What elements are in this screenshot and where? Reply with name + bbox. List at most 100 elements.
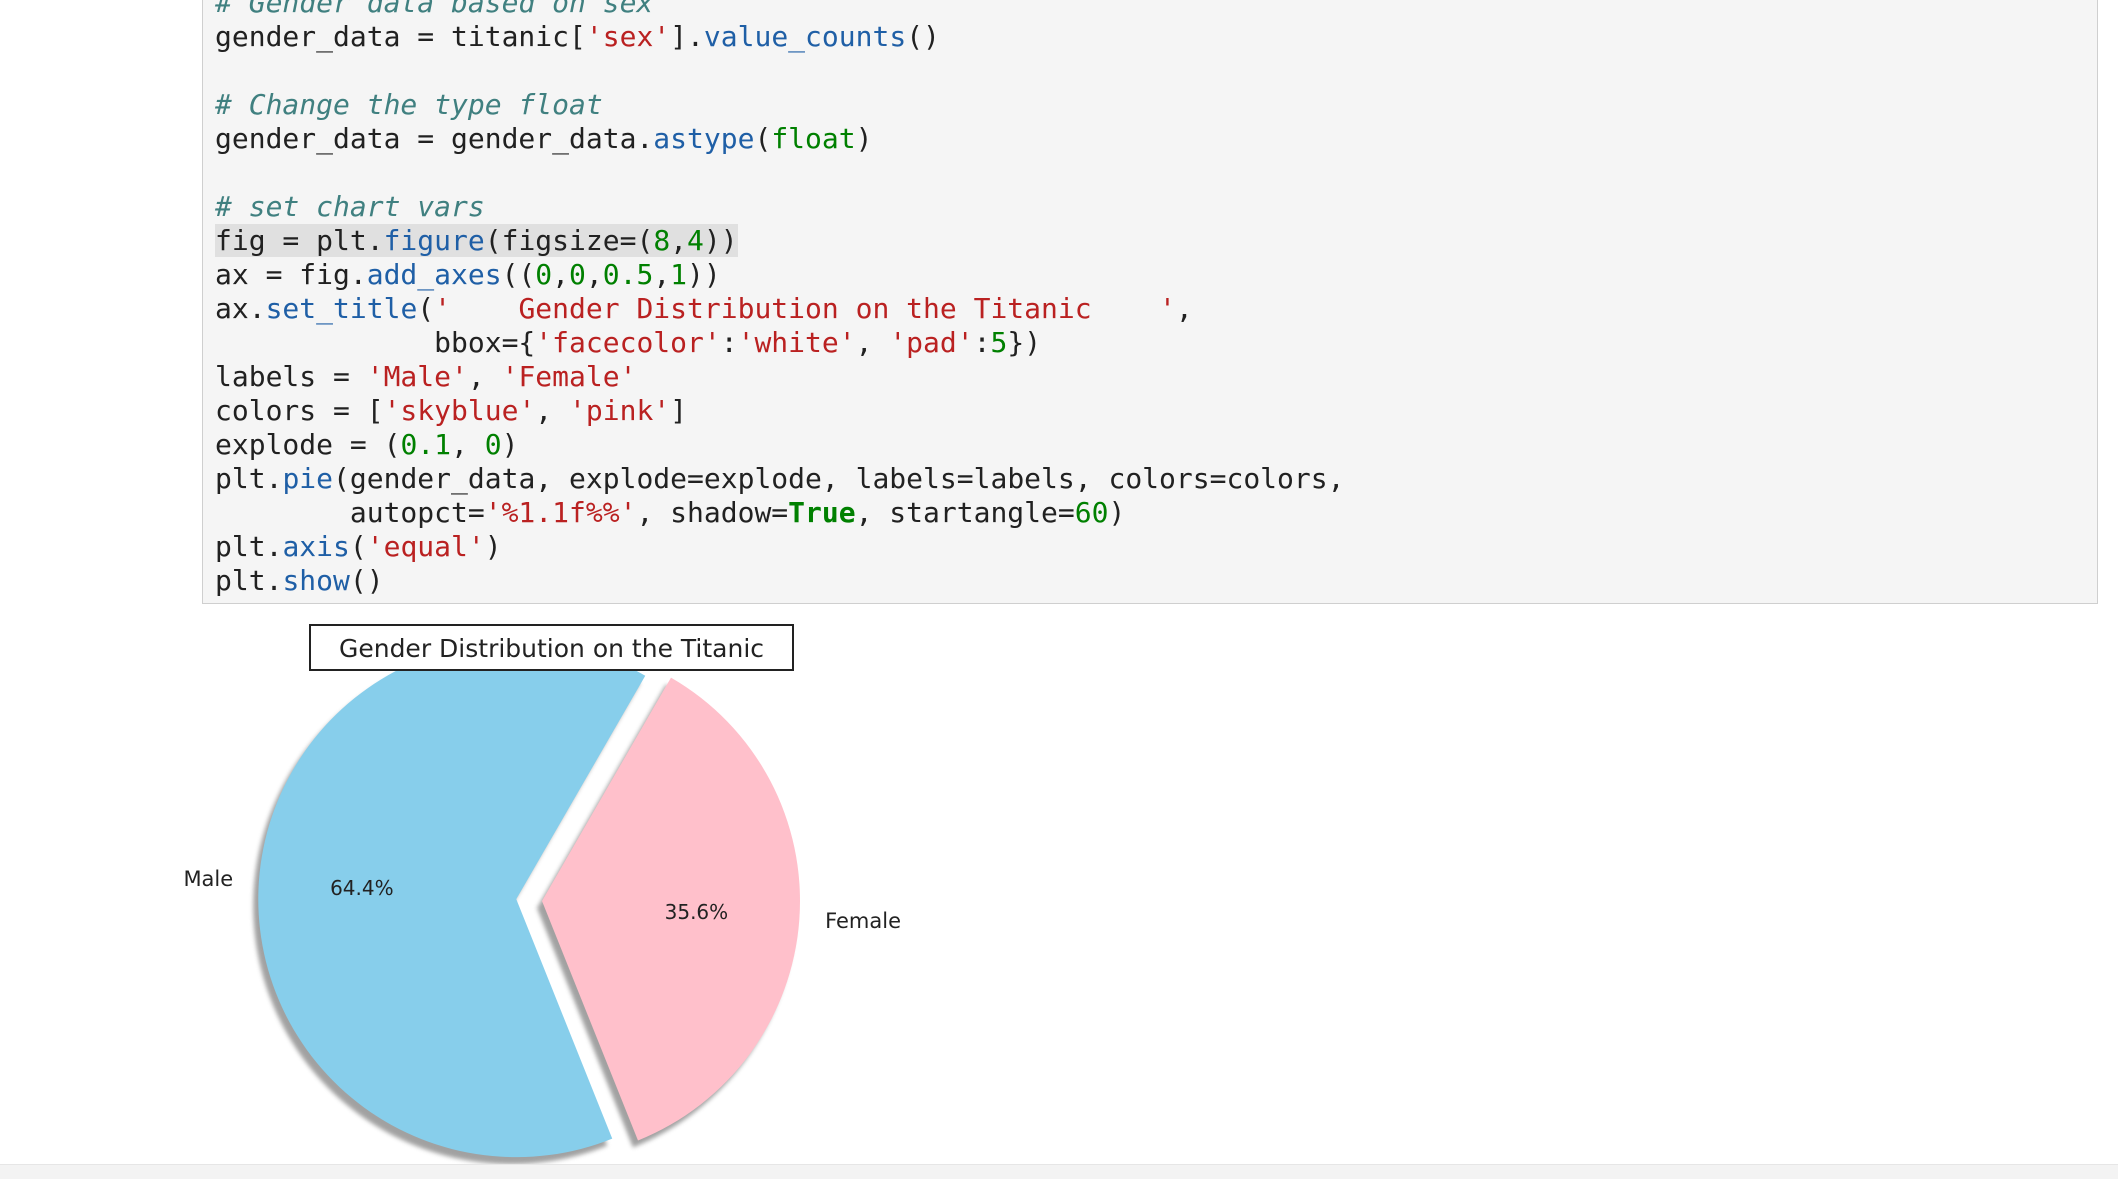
code-token: 'white' (737, 326, 856, 359)
code-token: , (467, 360, 502, 393)
code-line: labels = 'Male', 'Female' (215, 360, 636, 394)
code-token: : (720, 326, 738, 359)
code-token: )) (703, 224, 738, 257)
code-token: ' Gender Distribution on the Titanic ' (434, 292, 1176, 325)
code-token: ]. (670, 20, 704, 53)
pie-value-label: 35.6% (665, 900, 729, 924)
code-token: figure (383, 224, 485, 257)
code-line: # Change the type float (215, 88, 603, 122)
pie-chart: Gender Distribution on the Titanic Male 6… (183, 624, 901, 1165)
code-token: 0.5 (602, 258, 654, 291)
code-token: ( (349, 530, 367, 563)
code-token: () (906, 20, 940, 53)
code-line: ax.set_title(' Gender Distribution on th… (215, 292, 1193, 326)
code-line: fig = plt.figure(figsize=(8,4)) (215, 224, 738, 258)
code-line: autopct='%1.1f%%', shadow=True, startang… (215, 496, 1125, 530)
code-token: )) (687, 258, 721, 291)
code-line: # set chart vars (215, 190, 485, 224)
notebook-bottom-bar (0, 1164, 2118, 1179)
code-token: 'pad' (889, 326, 974, 359)
code-token: ) (484, 530, 502, 563)
code-token: (gender_data, explode=explode, labels=la… (333, 462, 1345, 495)
code-token: , shadow= (636, 496, 789, 529)
code-token: show (282, 564, 350, 597)
cell-output: Gender Distribution on the Titanic Male 6… (183, 612, 1202, 1178)
code-token: }) (1007, 326, 1042, 359)
code-token: 60 (1074, 496, 1109, 529)
code-token: 0 (535, 258, 553, 291)
code-token: axis (282, 530, 350, 563)
code-token: , (1175, 292, 1193, 325)
code-token: 8 (653, 224, 671, 257)
code-token: 0 (569, 258, 586, 291)
code-token: ax. (215, 292, 266, 325)
code-token: ) (1108, 496, 1126, 529)
code-line: colors = ['skyblue', 'pink'] (215, 394, 687, 428)
code-token: ] (670, 394, 688, 427)
pie-label-female: Female (825, 909, 901, 933)
code-line: explode = (0.1, 0) (215, 428, 518, 462)
code-token: 'equal' (366, 530, 485, 563)
code-token: colors = [ (215, 394, 384, 427)
code-token: plt. (215, 564, 283, 597)
code-line: plt.axis('equal') (215, 530, 502, 564)
code-token: 'skyblue' (383, 394, 536, 427)
code-token: 'pink' (569, 394, 671, 427)
code-line: ax = fig.add_axes((0,0,0.5,1)) (215, 258, 721, 292)
code-token: value_counts (703, 20, 907, 53)
code-line: # Gender data based on sex (215, 0, 653, 20)
code-token: ( (417, 292, 435, 325)
code-token: astype (653, 122, 755, 155)
code-token: 5 (990, 326, 1008, 359)
code-token: # Change the type float (215, 88, 603, 121)
code-token: # Gender data based on sex (215, 0, 654, 19)
code-token: add_axes (366, 258, 502, 291)
code-token: # set chart vars (215, 190, 485, 223)
code-line: gender_data = titanic['sex'].value_count… (215, 20, 940, 54)
code-token: explode = ( (215, 428, 401, 461)
code-token: float (771, 122, 856, 155)
code-token: gender_data = gender_data. (215, 122, 654, 155)
code-token: , (451, 428, 485, 461)
code-token: , (535, 394, 570, 427)
code-token: True (788, 496, 856, 529)
code-token: , (585, 258, 603, 291)
code-token: autopct= (215, 496, 485, 529)
code-token: fig = plt. (215, 224, 384, 257)
code-token: pie (282, 462, 334, 495)
code-line: gender_data = gender_data.astype(float) (215, 122, 872, 156)
code-token: 0 (484, 428, 502, 461)
code-token: , (653, 258, 671, 291)
code-token: 'Female' (501, 360, 637, 393)
chart-title: Gender Distribution on the Titanic (339, 634, 764, 663)
code-token: (figsize=( (484, 224, 654, 257)
code-line: bbox={'facecolor':'white', 'pad':5}) (215, 326, 1041, 360)
code-token: '%1.1f%%' (484, 496, 637, 529)
code-token: ) (501, 428, 519, 461)
code-token: bbox={ (215, 326, 536, 359)
code-token: , startangle= (855, 496, 1075, 529)
code-token: gender_data = titanic[ (215, 20, 586, 53)
code-token: ax = fig. (215, 258, 367, 291)
code-token: () (349, 564, 384, 597)
code-token: 4 (687, 224, 704, 257)
code-token: 'Male' (366, 360, 468, 393)
code-token: labels = (215, 360, 367, 393)
pie-value-label: 64.4% (330, 876, 394, 900)
code-token: (( (501, 258, 536, 291)
code-token: plt. (215, 530, 283, 563)
code-token: set_title (265, 292, 418, 325)
code-token: , (670, 224, 688, 257)
code-token: ( (754, 122, 772, 155)
code-line: plt.show() (215, 564, 384, 598)
code-token: , (552, 258, 570, 291)
code-token: 'sex' (585, 20, 671, 53)
pie-label-male: Male (183, 867, 233, 891)
code-token: : (973, 326, 991, 359)
code-line: plt.pie(gender_data, explode=explode, la… (215, 462, 1344, 496)
code-cell[interactable]: # Gender data based on sex gender_data = … (202, 0, 2098, 604)
code-token: , (855, 326, 890, 359)
code-token: ) (855, 122, 873, 155)
code-token: plt. (215, 462, 283, 495)
code-token: 0.1 (400, 428, 452, 461)
